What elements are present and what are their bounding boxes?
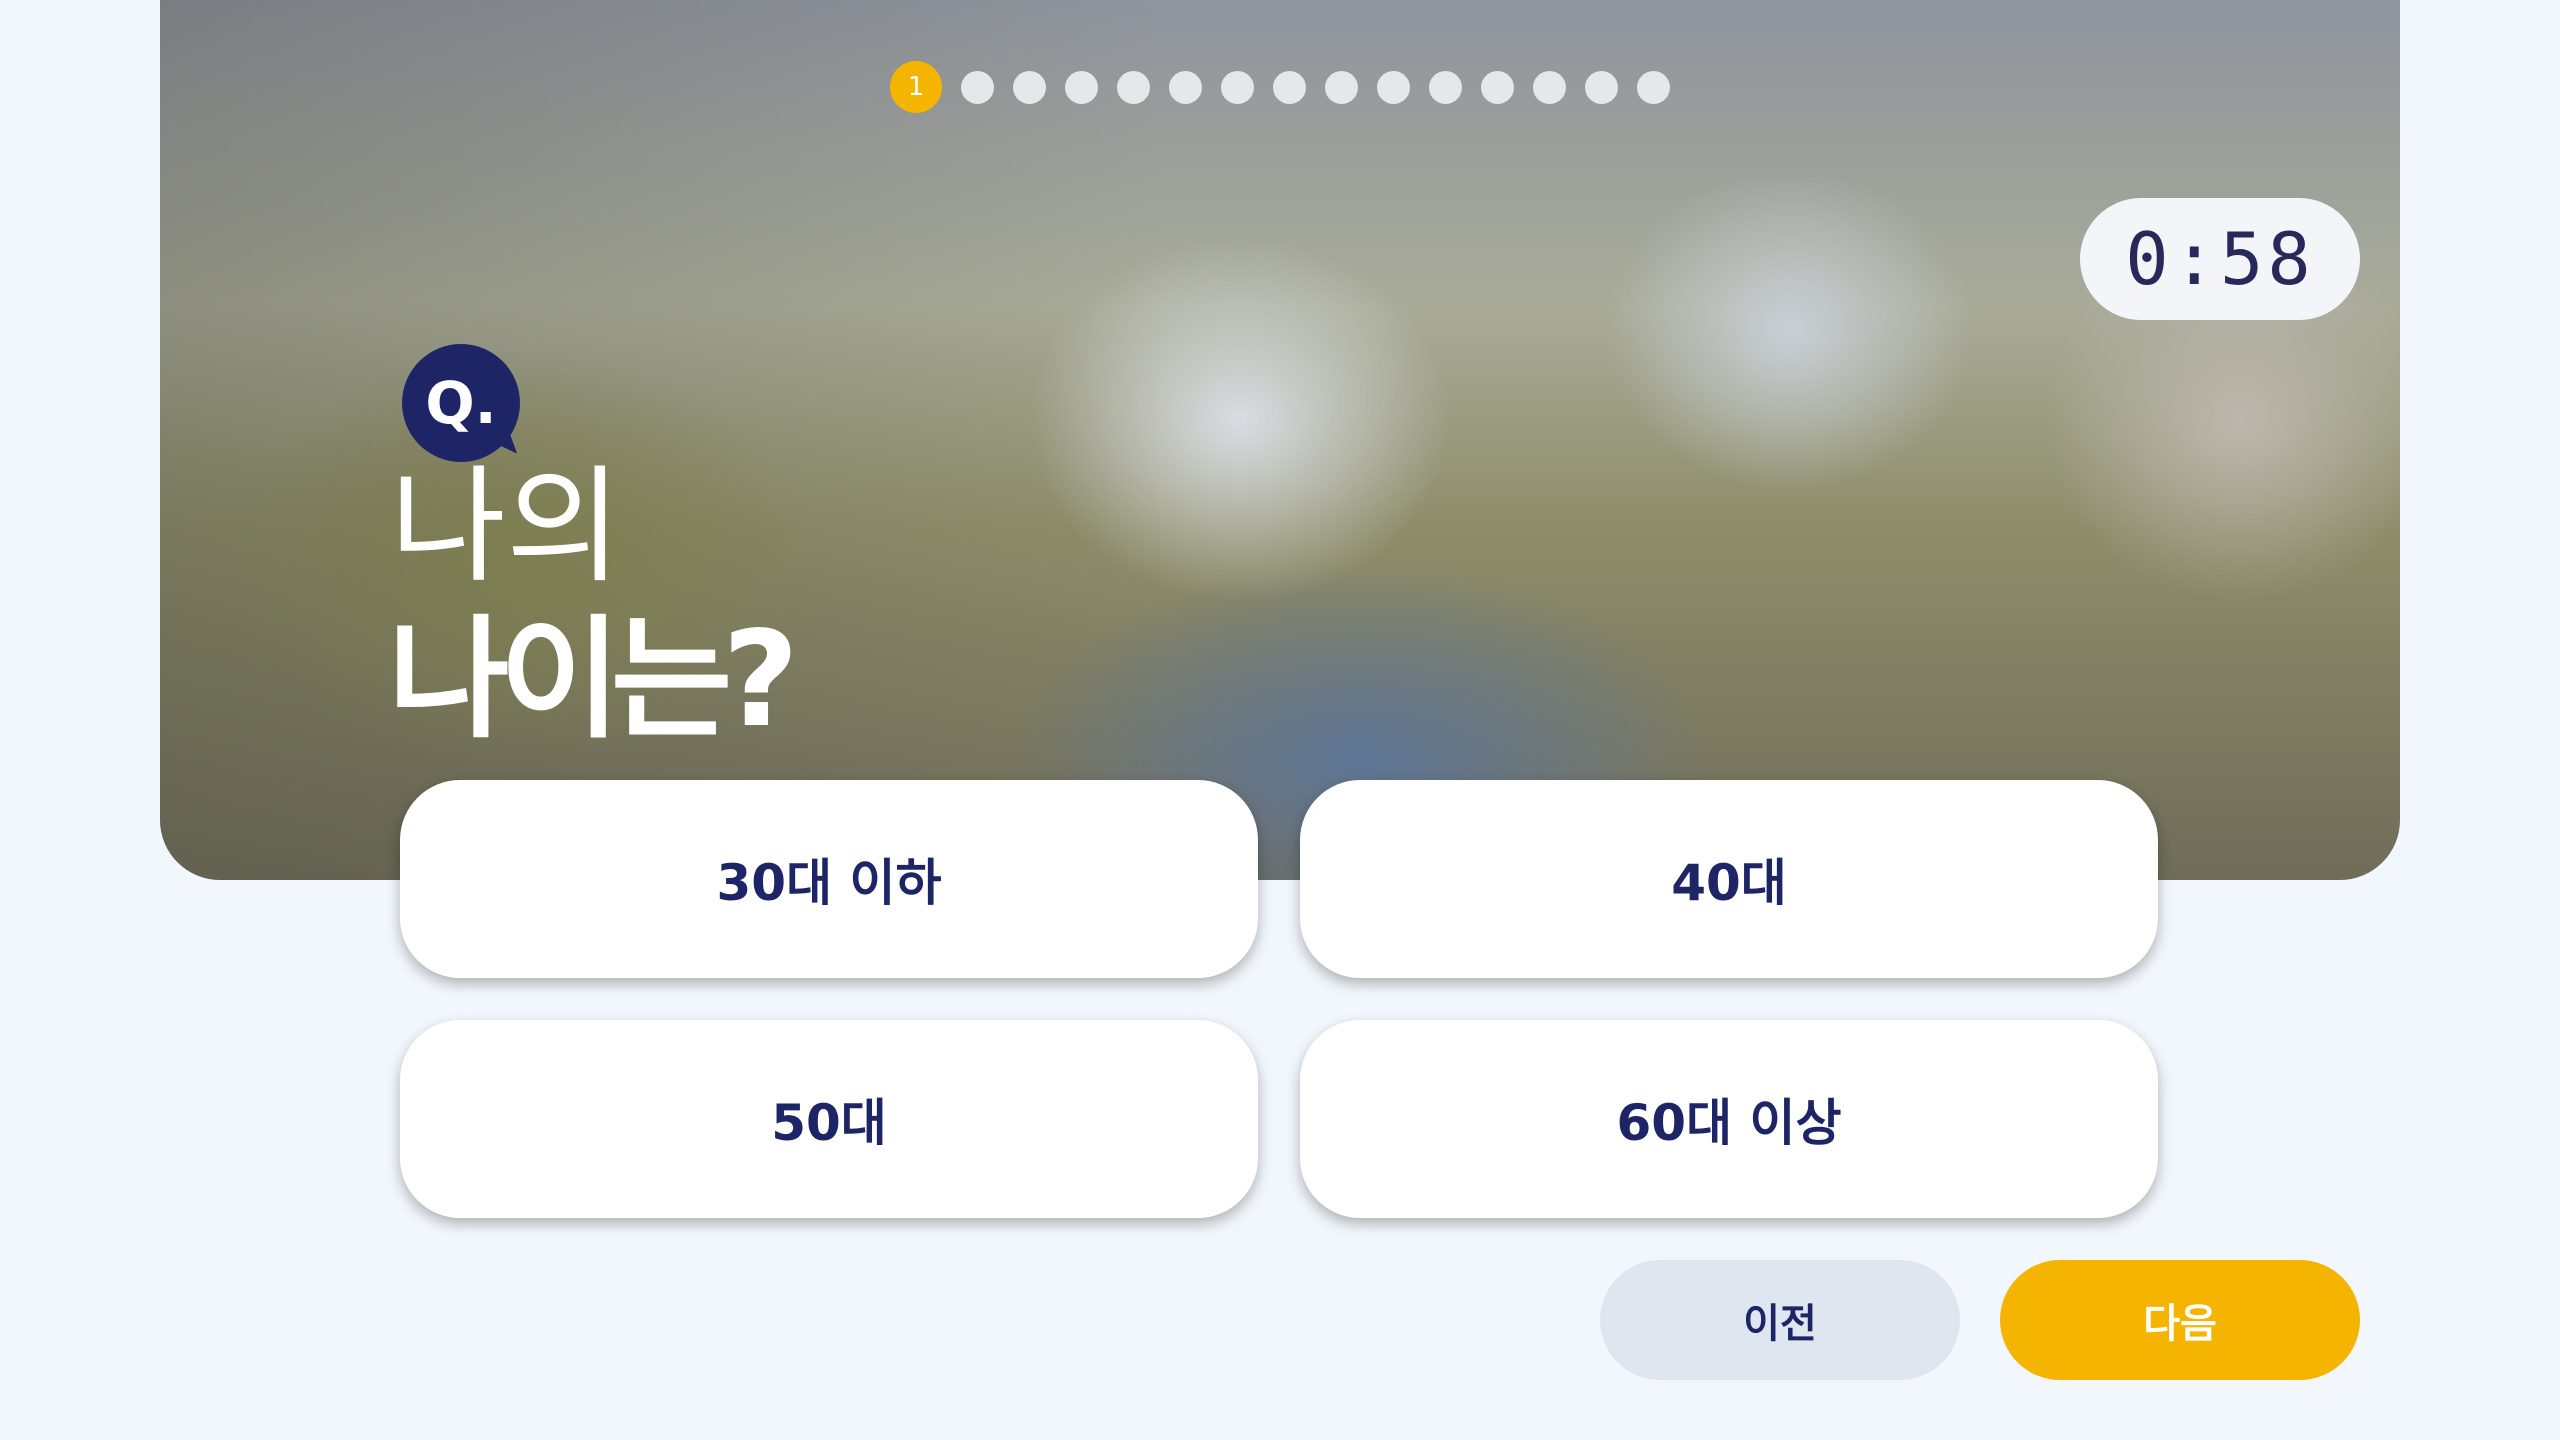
progress-dot [1013,70,1046,104]
answer-option-button[interactable]: 60대 이상 [1300,1020,2158,1218]
question-text-line1: 나의 [390,456,622,597]
answer-option-button[interactable]: 30대 이하 [400,780,1258,978]
progress-dot [1273,70,1306,104]
countdown-timer: 0:58 [2080,198,2360,320]
question-text-line2: 나이는? [388,603,799,757]
progress-dot [1585,70,1618,104]
progress-dot-current: 1 [890,61,942,113]
progress-dot [1221,70,1254,104]
progress-dot [1325,70,1358,104]
progress-dot [1533,70,1566,104]
answer-options: 30대 이하 40대 50대 60대 이상 [400,780,2160,1220]
previous-button[interactable]: 이전 [1600,1260,1960,1380]
progress-dot [961,70,994,104]
next-button[interactable]: 다음 [2000,1260,2360,1380]
progress-dot [1065,70,1098,104]
answer-option-button[interactable]: 40대 [1300,780,2158,978]
progress-dot [1637,70,1670,104]
progress-dot [1117,70,1150,104]
progress-dots: 1 [890,61,1670,113]
answer-option-button[interactable]: 50대 [400,1020,1258,1218]
progress-dot [1377,70,1410,104]
progress-dot [1429,70,1462,104]
progress-dot [1169,70,1202,104]
question-badge: Q. [402,344,520,462]
progress-dot [1481,70,1514,104]
